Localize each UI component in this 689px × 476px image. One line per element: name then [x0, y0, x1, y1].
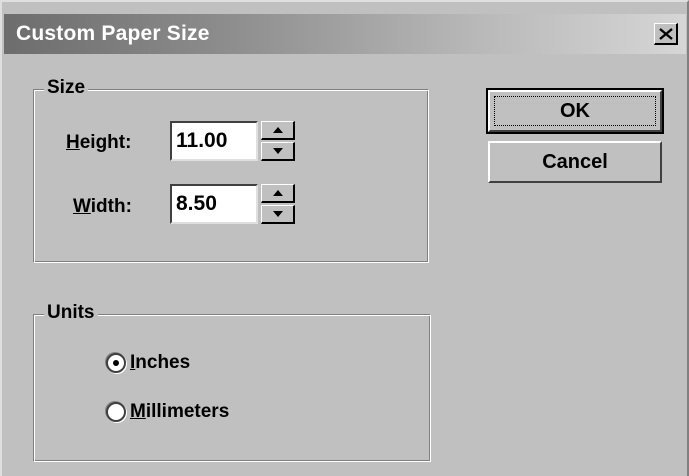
- millimeters-accelerator: M: [130, 401, 146, 422]
- height-label-rest: eight:: [79, 132, 132, 153]
- height-label-accelerator: H: [66, 132, 80, 153]
- arrow-up-icon: [272, 127, 283, 133]
- radio-selected-dot: [113, 360, 119, 366]
- cancel-button-label: Cancel: [542, 150, 608, 173]
- close-icon: [658, 27, 673, 40]
- radio-inches[interactable]: Inches: [106, 352, 190, 374]
- cancel-button[interactable]: Cancel: [488, 141, 662, 183]
- title-bar[interactable]: Custom Paper Size: [4, 14, 686, 54]
- width-input[interactable]: 8.50: [170, 184, 258, 224]
- height-spinner: [261, 121, 297, 163]
- width-label-rest: idth:: [90, 196, 132, 217]
- size-legend: Size: [44, 77, 89, 99]
- custom-paper-size-dialog: Custom Paper Size Size Height: 11.00 Wid…: [0, 0, 689, 476]
- radio-inches-control[interactable]: [106, 353, 126, 373]
- dialog-title: Custom Paper Size: [16, 22, 210, 45]
- radio-millimeters-control[interactable]: [106, 402, 126, 422]
- width-spin-up-button[interactable]: [261, 184, 295, 203]
- focus-rectangle: [494, 96, 656, 126]
- radio-inches-label: Inches: [130, 352, 190, 374]
- width-spinner: [261, 184, 297, 226]
- radio-millimeters[interactable]: Millimeters: [106, 401, 229, 423]
- width-label-accelerator: W: [73, 196, 91, 217]
- inches-label-rest: nches: [135, 352, 191, 373]
- width-label: Width:: [73, 196, 132, 218]
- width-spin-down-button[interactable]: [261, 205, 295, 224]
- height-spin-up-button[interactable]: [261, 121, 295, 140]
- radio-millimeters-label: Millimeters: [130, 401, 229, 423]
- arrow-down-icon: [272, 211, 283, 217]
- height-label: Height:: [66, 132, 131, 154]
- height-spin-down-button[interactable]: [261, 142, 295, 161]
- arrow-down-icon: [272, 148, 283, 154]
- size-groupbox: Size: [33, 77, 429, 263]
- close-button[interactable]: [654, 23, 678, 45]
- arrow-up-icon: [272, 190, 283, 196]
- millimeters-label-rest: illimeters: [145, 401, 230, 422]
- units-groupbox: Units: [33, 302, 431, 462]
- units-legend: Units: [44, 302, 98, 324]
- height-input[interactable]: 11.00: [170, 121, 258, 161]
- ok-button[interactable]: OK: [486, 88, 664, 134]
